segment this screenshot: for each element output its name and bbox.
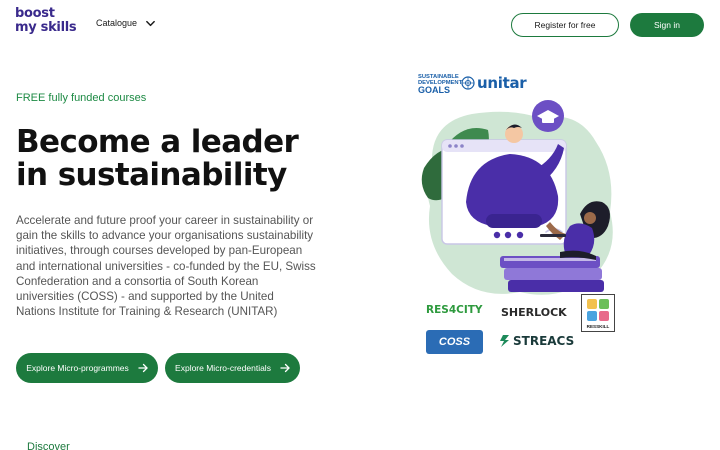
sherlock-logo: SHERLOCK [501,306,567,319]
un-emblem-icon [461,76,475,90]
streacs-logo: STREACS [500,334,574,348]
logo-line-1: boost [15,6,55,21]
register-button[interactable]: Register for free [511,13,619,37]
sdg-logo: SUSTAINABLE DEVELOPMENT GOALS [418,74,462,96]
resskill-logo: RESSKILL [581,294,615,332]
boost-my-skills-logo[interactable]: boost my skills [15,7,79,37]
catalogue-menu[interactable]: Catalogue [96,15,156,31]
explore-micro-programmes-button[interactable]: Explore Micro-programmes [16,353,158,383]
chevron-down-icon [146,20,155,26]
discover-heading: Discover [27,441,70,450]
explore-micro-credentials-button[interactable]: Explore Micro-credentials [165,353,300,383]
unitar-wordmark: unitar [477,74,527,92]
sign-in-button[interactable]: Sign in [630,13,704,37]
hero-title-line-1: Become a leader [16,124,299,160]
logo-line-2: my skills [15,20,77,35]
hero-title: Become a leader in sustainability [16,126,396,192]
resskill-label: RESSKILL [586,324,610,329]
unitar-logo: unitar [461,74,527,92]
coss-logo: COSS [426,330,483,354]
site-header: boost my skills Catalogue Register for f… [0,0,720,52]
hero-title-line-2: in sustainability [16,157,287,193]
hero-illustration: SUSTAINABLE DEVELOPMENT GOALS unitar RES… [410,68,630,364]
hero-description: Accelerate and future proof your career … [16,214,316,319]
streacs-wordmark: STREACS [513,334,575,348]
arrow-right-icon [138,363,148,373]
catalogue-label: Catalogue [96,18,138,28]
cta-primary-label: Explore Micro-programmes [26,363,129,373]
arrow-right-icon [280,363,290,373]
streacs-icon [500,335,509,347]
res4city-logo: RES4CITY [426,304,483,316]
hero-eyebrow: FREE fully funded courses [16,92,147,104]
resskill-emblem [587,299,609,321]
cta-secondary-label: Explore Micro-credentials [175,363,271,373]
person-learning-illustration [421,100,613,295]
